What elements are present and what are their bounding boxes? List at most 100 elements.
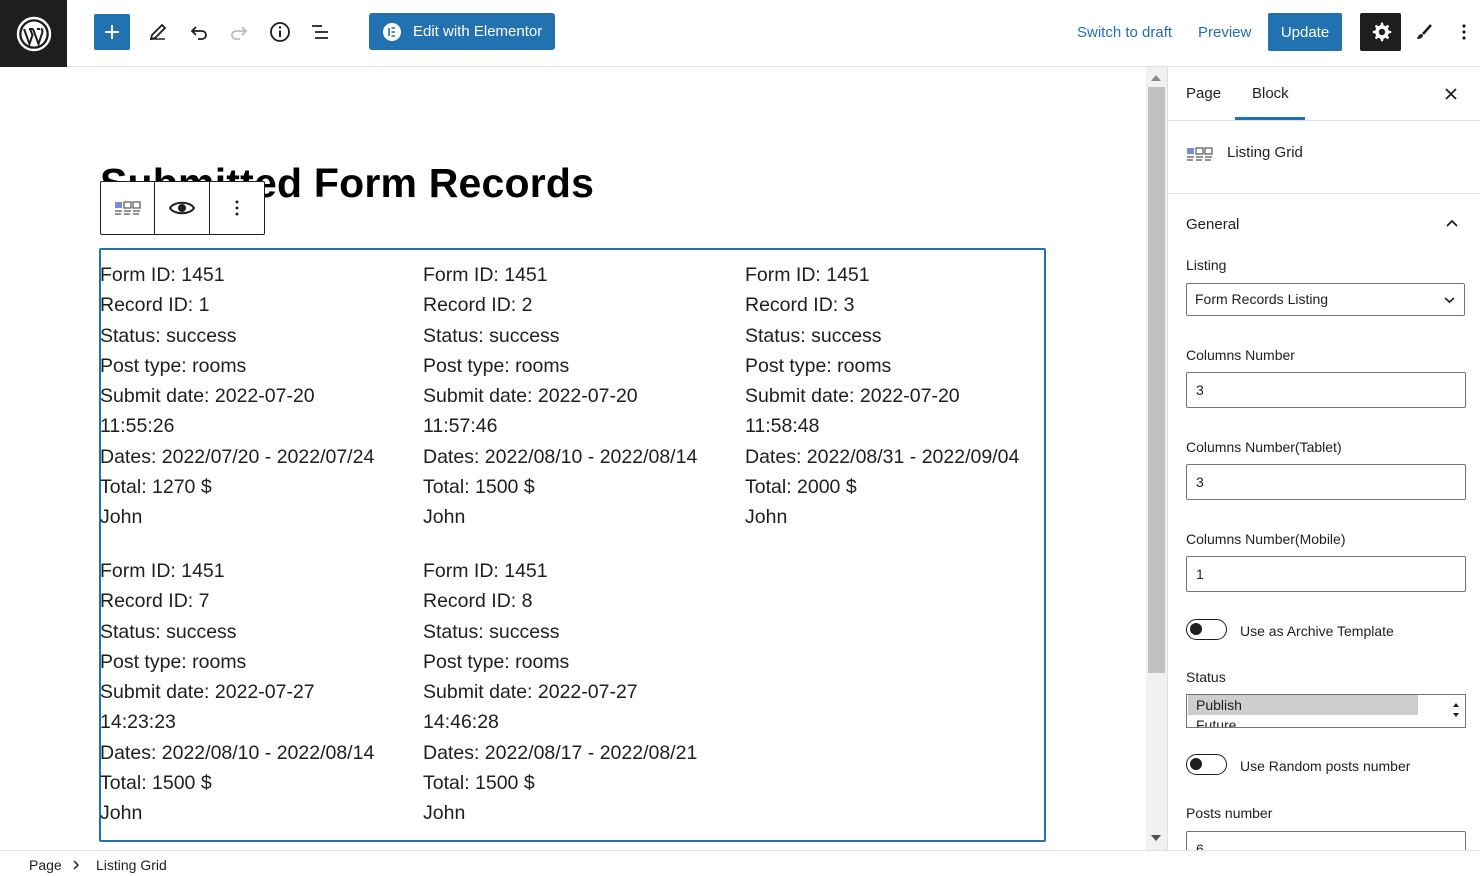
canvas-scrollbar[interactable] [1146, 67, 1167, 850]
edit-with-elementor-button[interactable]: Edit with Elementor [369, 13, 555, 50]
status-multiselect[interactable]: Publish Future [1186, 694, 1466, 728]
styles-button[interactable] [1406, 14, 1442, 50]
switch-to-draft-button[interactable]: Switch to draft [1077, 24, 1172, 41]
dates: Dates: 2022/07/20 - 2022/07/24 [100, 445, 375, 468]
listing-grid-icon [114, 201, 141, 215]
editor-header: Edit with Elementor Switch to draft Prev… [0, 0, 1480, 67]
toggle-knob [1190, 758, 1202, 770]
archive-template-toggle[interactable] [1186, 619, 1227, 640]
more-vertical-icon [235, 200, 239, 216]
total: Total: 1500 $ [100, 772, 212, 795]
tools-button[interactable] [140, 14, 176, 50]
block-type-button[interactable] [101, 182, 156, 234]
columns-number-input[interactable]: 3 [1186, 372, 1466, 408]
preview-toggle-button[interactable] [155, 182, 210, 234]
redo-button[interactable] [221, 14, 257, 50]
elementor-button-label: Edit with Elementor [413, 23, 543, 40]
status-option-future[interactable]: Future [1188, 715, 1418, 727]
submit-time: 11:55:26 [100, 415, 175, 438]
customer-name: John [100, 506, 143, 529]
status: Status: success [745, 324, 882, 347]
block-options-button[interactable] [210, 182, 264, 234]
form-id: Form ID: 1451 [100, 560, 225, 582]
elementor-icon [383, 22, 401, 41]
details-button[interactable] [262, 14, 298, 50]
wordpress-logo-button[interactable] [0, 0, 67, 67]
submit-time: 14:46:28 [423, 711, 499, 734]
listing-item: Form ID: 1451 Record ID: 2 Status: succe… [423, 260, 743, 533]
columns-tablet-input[interactable]: 3 [1186, 464, 1466, 500]
record-id: Record ID: 3 [745, 294, 855, 317]
customer-name: John [745, 506, 788, 529]
status: Status: success [100, 620, 237, 643]
listing-item: Form ID: 1451 Record ID: 3 Status: succe… [745, 260, 1065, 533]
more-vertical-icon [1462, 24, 1466, 40]
info-icon [270, 22, 290, 42]
total: Total: 1500 $ [423, 476, 535, 499]
post-type: Post type: rooms [423, 650, 570, 673]
submit-date: Submit date: 2022-07-20 [100, 385, 315, 408]
posts-number-input[interactable]: 6 [1186, 831, 1466, 850]
total: Total: 1500 $ [423, 772, 535, 795]
columns-number-label: Columns Number [1186, 347, 1295, 363]
tab-block[interactable]: Block [1252, 85, 1289, 102]
preview-button[interactable]: Preview [1198, 24, 1251, 41]
list-view-button[interactable] [302, 14, 338, 50]
settings-button[interactable] [1360, 13, 1401, 51]
spin-arrows-icon[interactable] [1451, 699, 1461, 723]
block-toolbar [100, 181, 265, 235]
form-id: Form ID: 1451 [423, 264, 548, 286]
wordpress-icon [16, 16, 51, 51]
chevron-up-icon[interactable] [1445, 218, 1459, 228]
listing-select[interactable]: Form Records Listing [1186, 283, 1465, 316]
submit-date: Submit date: 2022-07-20 [745, 385, 960, 408]
close-sidebar-button[interactable] [1444, 85, 1458, 106]
add-block-button[interactable] [94, 14, 130, 50]
submit-date: Submit date: 2022-07-27 [100, 681, 315, 704]
status: Status: success [423, 620, 560, 643]
undo-button[interactable] [181, 14, 217, 50]
breadcrumb-block[interactable]: Listing Grid [96, 857, 167, 873]
breadcrumb-page[interactable]: Page [29, 857, 62, 873]
listing-grid-block[interactable]: Form ID: 1451 Record ID: 1 Status: succe… [99, 248, 1046, 842]
record-id: Record ID: 7 [100, 590, 210, 613]
tab-page[interactable]: Page [1186, 85, 1221, 102]
submit-date: Submit date: 2022-07-27 [423, 681, 638, 704]
status-label: Status [1186, 669, 1226, 685]
dates: Dates: 2022/08/31 - 2022/09/04 [745, 445, 1020, 468]
update-button[interactable]: Update [1268, 13, 1342, 51]
settings-sidebar: Page Block Listing Grid General Listing … [1167, 67, 1480, 850]
toggle-knob [1190, 623, 1202, 635]
scroll-up-arrow[interactable] [1151, 75, 1161, 81]
columns-mobile-input[interactable]: 1 [1186, 556, 1466, 592]
redo-icon [231, 26, 248, 40]
dates: Dates: 2022/08/17 - 2022/08/21 [423, 741, 698, 764]
plus-icon [105, 25, 119, 39]
status-option-publish[interactable]: Publish [1188, 695, 1418, 715]
chevron-down-icon [1444, 297, 1455, 304]
eye-icon [169, 201, 196, 215]
post-type: Post type: rooms [100, 354, 247, 377]
block-card: Listing Grid [1168, 121, 1480, 194]
scroll-thumb[interactable] [1148, 87, 1165, 673]
scroll-down-arrow[interactable] [1151, 835, 1161, 841]
dates: Dates: 2022/08/10 - 2022/08/14 [100, 741, 375, 764]
listing-label: Listing [1186, 257, 1227, 273]
random-posts-toggle[interactable] [1186, 754, 1227, 775]
submit-date: Submit date: 2022-07-20 [423, 385, 638, 408]
record-id: Record ID: 1 [100, 294, 210, 317]
list-view-icon [312, 25, 328, 39]
record-id: Record ID: 2 [423, 294, 533, 317]
listing-item: Form ID: 1451 Record ID: 1 Status: succe… [100, 260, 420, 533]
post-type: Post type: rooms [100, 650, 247, 673]
listing-select-value: Form Records Listing [1195, 291, 1329, 307]
customer-name: John [423, 506, 466, 529]
general-panel-toggle[interactable]: General [1186, 216, 1239, 233]
customer-name: John [423, 802, 466, 825]
form-id: Form ID: 1451 [100, 264, 225, 286]
options-menu-button[interactable] [1448, 14, 1480, 50]
dates: Dates: 2022/08/10 - 2022/08/14 [423, 445, 698, 468]
status: Status: success [100, 324, 237, 347]
random-posts-label: Use Random posts number [1240, 758, 1411, 774]
sidebar-tabs: Page Block [1168, 67, 1480, 121]
